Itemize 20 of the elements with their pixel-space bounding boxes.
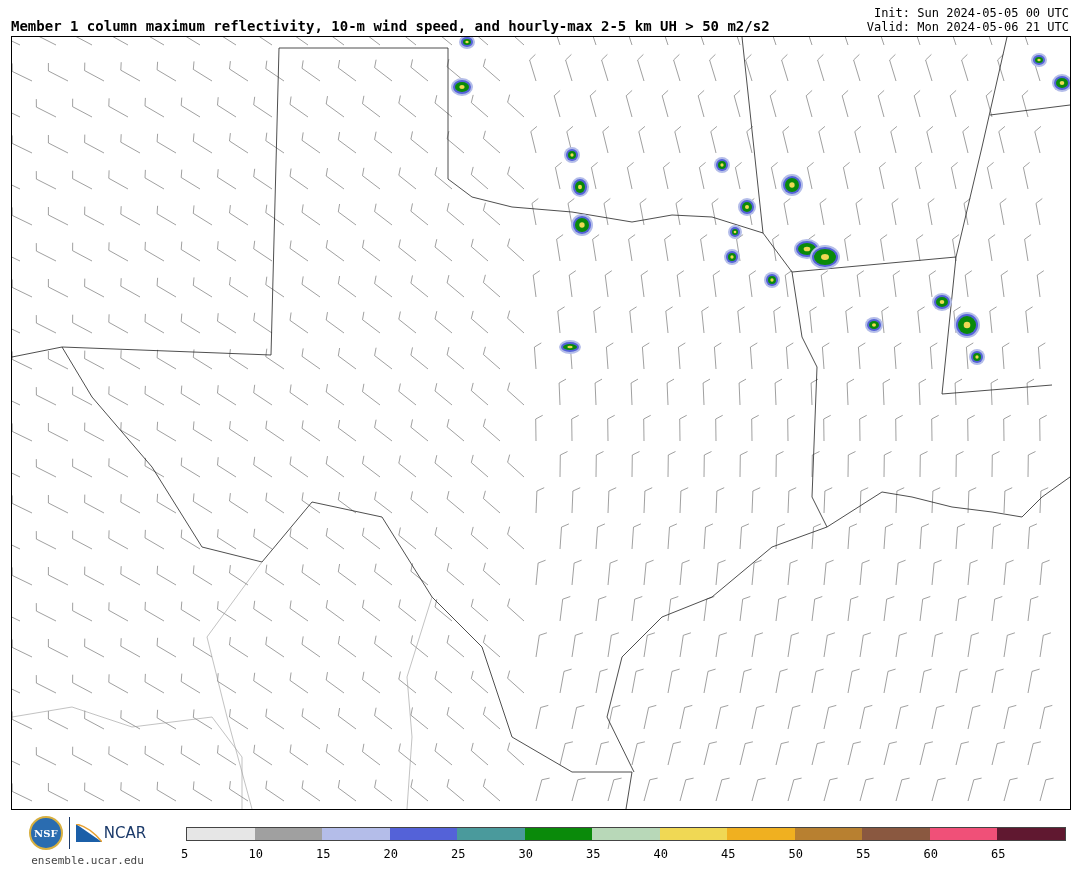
colorbar-label: 40	[653, 847, 669, 861]
valid-time: Valid: Mon 2024-05-06 21 UTC	[866, 20, 1069, 34]
colorbar-label: 35	[586, 847, 602, 861]
colorbar-label: 20	[383, 847, 399, 861]
colorbar-label: 45	[721, 847, 737, 861]
colorbar-label: 15	[316, 847, 332, 861]
colorbar-label: 5	[181, 847, 190, 861]
swoosh-icon	[75, 824, 102, 842]
nsf-logo: NSF	[28, 816, 63, 850]
colorbar-label: 10	[248, 847, 264, 861]
colorbar-label: 60	[923, 847, 939, 861]
colorbar-label: 65	[991, 847, 1007, 861]
colorbar-label: 50	[788, 847, 804, 861]
chart-title: Member 1 column maximum reflectivity, 10-m wind speed, and hourly-max 2-5 km UH > 50 m2/s2	[11, 18, 770, 34]
colorbar-label: 25	[451, 847, 467, 861]
website-url: ensemble.ucar.edu	[31, 854, 144, 867]
colorbar-label: 55	[856, 847, 872, 861]
init-time: Init: Sun 2024-05-05 00 UTC	[872, 6, 1069, 20]
colorbar-label: 30	[518, 847, 534, 861]
ncar-logo: NCAR	[103, 824, 147, 842]
